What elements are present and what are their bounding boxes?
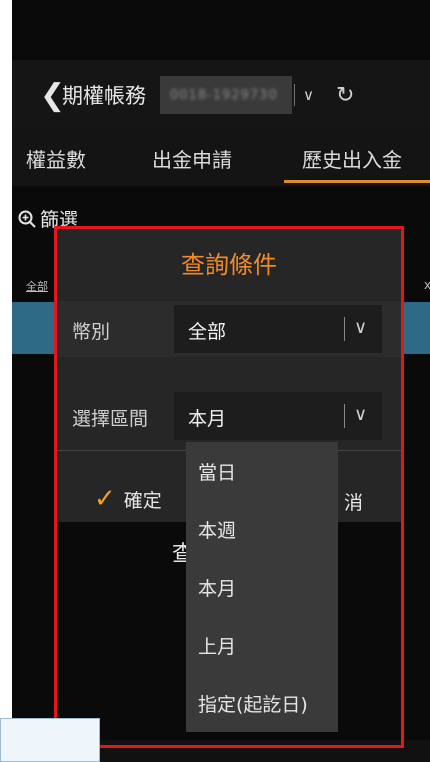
account-separator (294, 84, 295, 106)
chevron-down-icon[interactable]: ∨ (303, 86, 314, 104)
zoom-plus-icon (18, 210, 36, 228)
account-selector[interactable]: 0018-1929730 (160, 76, 292, 114)
chevron-left-icon[interactable]: ❮ (40, 78, 65, 113)
account-number: 0018-1929730 (170, 87, 278, 103)
tab-withdraw-request[interactable]: 出金申請 (152, 144, 232, 173)
refresh-icon[interactable]: ↻ (336, 83, 354, 108)
background-close-mark: x (424, 278, 430, 292)
active-tab-indicator (284, 180, 430, 183)
tab-history-deposit-withdraw[interactable]: 歷史出入金 (302, 144, 402, 173)
top-bar: ❮ 期權帳務 0018-1929730 ∨ ↻ (12, 60, 430, 130)
tab-bar: 權益數 出金申請 歷史出入金 (12, 130, 430, 186)
tab-equity[interactable]: 權益數 (26, 144, 86, 173)
page-title: 期權帳務 (62, 84, 146, 108)
annotation-highlight-box (54, 226, 404, 748)
background-column-label: 全部 (26, 280, 48, 293)
overlay-panel (0, 718, 100, 762)
